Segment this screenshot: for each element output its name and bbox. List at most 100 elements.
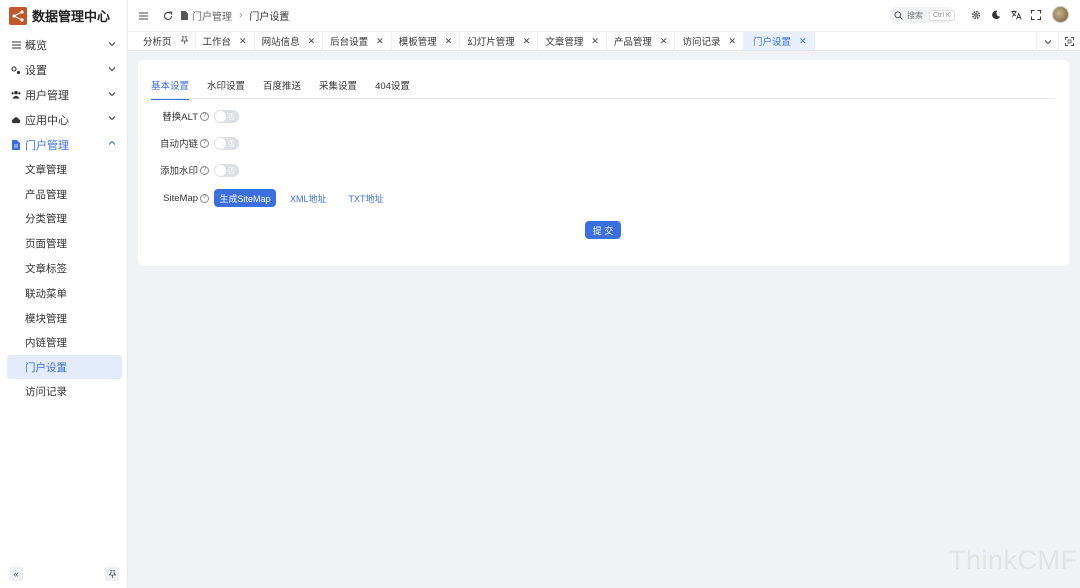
tab-label: 后台设置 [330,37,369,48]
sidebar-subitem-access-log[interactable]: 访问记录 [0,379,127,404]
sidebar-item-label: 概览 [25,40,47,53]
help-icon[interactable]: ? [200,111,209,121]
sidebar-subitem-articles[interactable]: 文章管理 [0,157,127,182]
help-icon[interactable]: ? [200,138,209,148]
xml-address-link[interactable]: XML地址 [290,192,327,205]
app-logo-row[interactable]: 数据管理中心 [0,0,127,31]
cloud-icon [11,115,21,125]
tab-site-info[interactable]: 网站信息 ✕ [255,32,324,50]
chevron-down-icon [108,91,116,96]
user-avatar[interactable] [1052,6,1069,23]
sidebar-subitem-portal-settings[interactable]: 门户设置 [7,355,122,380]
add-watermark-switch[interactable]: 否 [214,163,239,177]
submit-button[interactable]: 提 交 [585,221,621,239]
tab-label: 访问记录 [682,37,721,48]
sidebar-item-label: 用户管理 [25,89,69,102]
subtab-watermark[interactable]: 水印设置 [207,81,245,99]
menu-toggle-icon[interactable] [136,9,150,23]
collapse-sidebar-icon[interactable]: « [9,567,23,581]
close-icon[interactable]: ✕ [591,36,599,47]
close-icon[interactable]: ✕ [308,36,316,47]
sidebar-subitem-pages[interactable]: 页面管理 [0,231,127,256]
sitemap-row: SiteMap ? 生成SiteMap XML地址 TXT地址 [138,189,384,207]
sidebar-item-label: 应用中心 [25,114,69,127]
app-title: 数据管理中心 [32,9,111,24]
translate-icon[interactable] [1009,8,1023,22]
tab-label: 模板管理 [398,37,437,48]
switch-state-text: 否 [228,113,235,121]
sidebar-item-label: 门户管理 [25,139,69,152]
tab-templates[interactable]: 模板管理 ✕ [392,32,461,50]
breadcrumb-separator-icon: › [239,10,243,21]
sidebar-item-app-center[interactable]: 应用中心 [0,107,127,132]
close-icon[interactable]: ✕ [523,36,531,47]
users-icon [11,90,21,100]
sidebar-subitem-products[interactable]: 产品管理 [0,182,127,207]
generate-sitemap-button[interactable]: 生成SiteMap [214,189,276,207]
subtab-basic[interactable]: 基本设置 [151,81,190,100]
txt-address-link[interactable]: TXT地址 [349,192,384,205]
breadcrumb-current: 门户设置 [249,12,290,23]
sidebar-subitem-categories[interactable]: 分类管理 [0,207,127,232]
add-watermark-label: 添加水印 [159,166,198,177]
sidebar-item-overview[interactable]: 概览 [0,33,127,58]
close-icon[interactable]: ✕ [445,36,453,47]
close-icon[interactable]: ✕ [239,36,247,47]
alt-replace-row: 替换ALT ? 否 [138,109,239,123]
tab-access-log[interactable]: 访问记录 ✕ [675,32,745,50]
auto-inner-link-switch[interactable]: 否 [214,136,239,150]
tabs-actions [1036,32,1080,51]
subtab-collect[interactable]: 采集设置 [319,81,357,99]
sidebar-item-portal[interactable]: 门户管理 [0,132,127,157]
tab-workbench[interactable]: 工作台 ✕ [196,32,255,50]
switch-state-text: 否 [228,140,235,148]
close-icon[interactable]: ✕ [728,36,736,47]
search-input[interactable]: 搜索 Ctrl K [889,7,955,23]
page-tabs: 分析页 工作台 ✕ 网站信息 ✕ 后台设置 ✕ 模板管理 ✕ 幻灯片管理 ✕ 文章管理 ✕ … [128,31,1080,51]
document-icon [11,139,21,150]
breadcrumb-item[interactable]: 门户管理 [192,8,232,23]
close-icon[interactable]: ✕ [799,36,807,47]
settings-card: 基本设置 水印设置 百度推送 采集设置 404设置 替换ALT ? 否 自动内链… [138,60,1069,266]
chevron-up-icon [108,140,116,146]
help-icon[interactable]: ? [200,165,209,175]
auto-inner-link-label: 自动内链 [159,139,198,150]
sidebar-subitem-linked-menu[interactable]: 联动菜单 [0,281,127,306]
close-icon[interactable]: ✕ [376,36,384,47]
sidebar-item-label: 设置 [25,65,47,78]
tab-analysis[interactable]: 分析页 [128,32,196,50]
tab-articles[interactable]: 文章管理 ✕ [538,32,607,50]
pin-sidebar-icon[interactable] [105,567,119,581]
search-placeholder: 搜索 [907,10,923,20]
list-icon [11,40,21,50]
expand-content-icon[interactable] [1058,32,1080,51]
tab-portal-settings[interactable]: 门户设置 ✕ [744,32,815,50]
help-icon[interactable]: ? [200,193,209,203]
alt-replace-label: 替换ALT [162,112,198,123]
sidebar-subitem-modules[interactable]: 模块管理 [0,306,127,331]
sidebar-item-users[interactable]: 用户管理 [0,83,127,108]
tab-admin-settings[interactable]: 后台设置 ✕ [323,32,392,50]
switch-state-text: 否 [228,167,235,175]
sidebar-item-settings[interactable]: 设置 [0,58,127,83]
subtab-404[interactable]: 404设置 [375,81,410,99]
close-icon[interactable]: ✕ [660,36,668,47]
tab-slides[interactable]: 幻灯片管理 ✕ [460,32,539,50]
settings-icon [11,65,21,75]
tab-label: 工作台 [202,37,232,48]
sidebar-subitem-inner-links[interactable]: 内链管理 [0,331,127,356]
subtab-baidu-push[interactable]: 百度推送 [263,81,301,99]
sidebar-subitem-article-tags[interactable]: 文章标签 [0,256,127,281]
auto-inner-link-row: 自动内链 ? 否 [138,136,239,150]
chevron-down-icon[interactable] [1036,32,1058,51]
breadcrumb: 门户管理 › 门户设置 [181,8,289,23]
dark-mode-icon[interactable] [989,8,1003,22]
alt-replace-switch[interactable]: 否 [214,109,239,123]
tab-label: 网站信息 [261,37,300,48]
pin-icon[interactable] [180,35,188,46]
gear-icon[interactable] [969,8,983,22]
tab-products[interactable]: 产品管理 ✕ [607,32,676,50]
topbar: 门户管理 › 门户设置 搜索 Ctrl K [128,0,1080,31]
fullscreen-icon[interactable] [1029,8,1043,22]
refresh-icon[interactable] [161,9,175,23]
